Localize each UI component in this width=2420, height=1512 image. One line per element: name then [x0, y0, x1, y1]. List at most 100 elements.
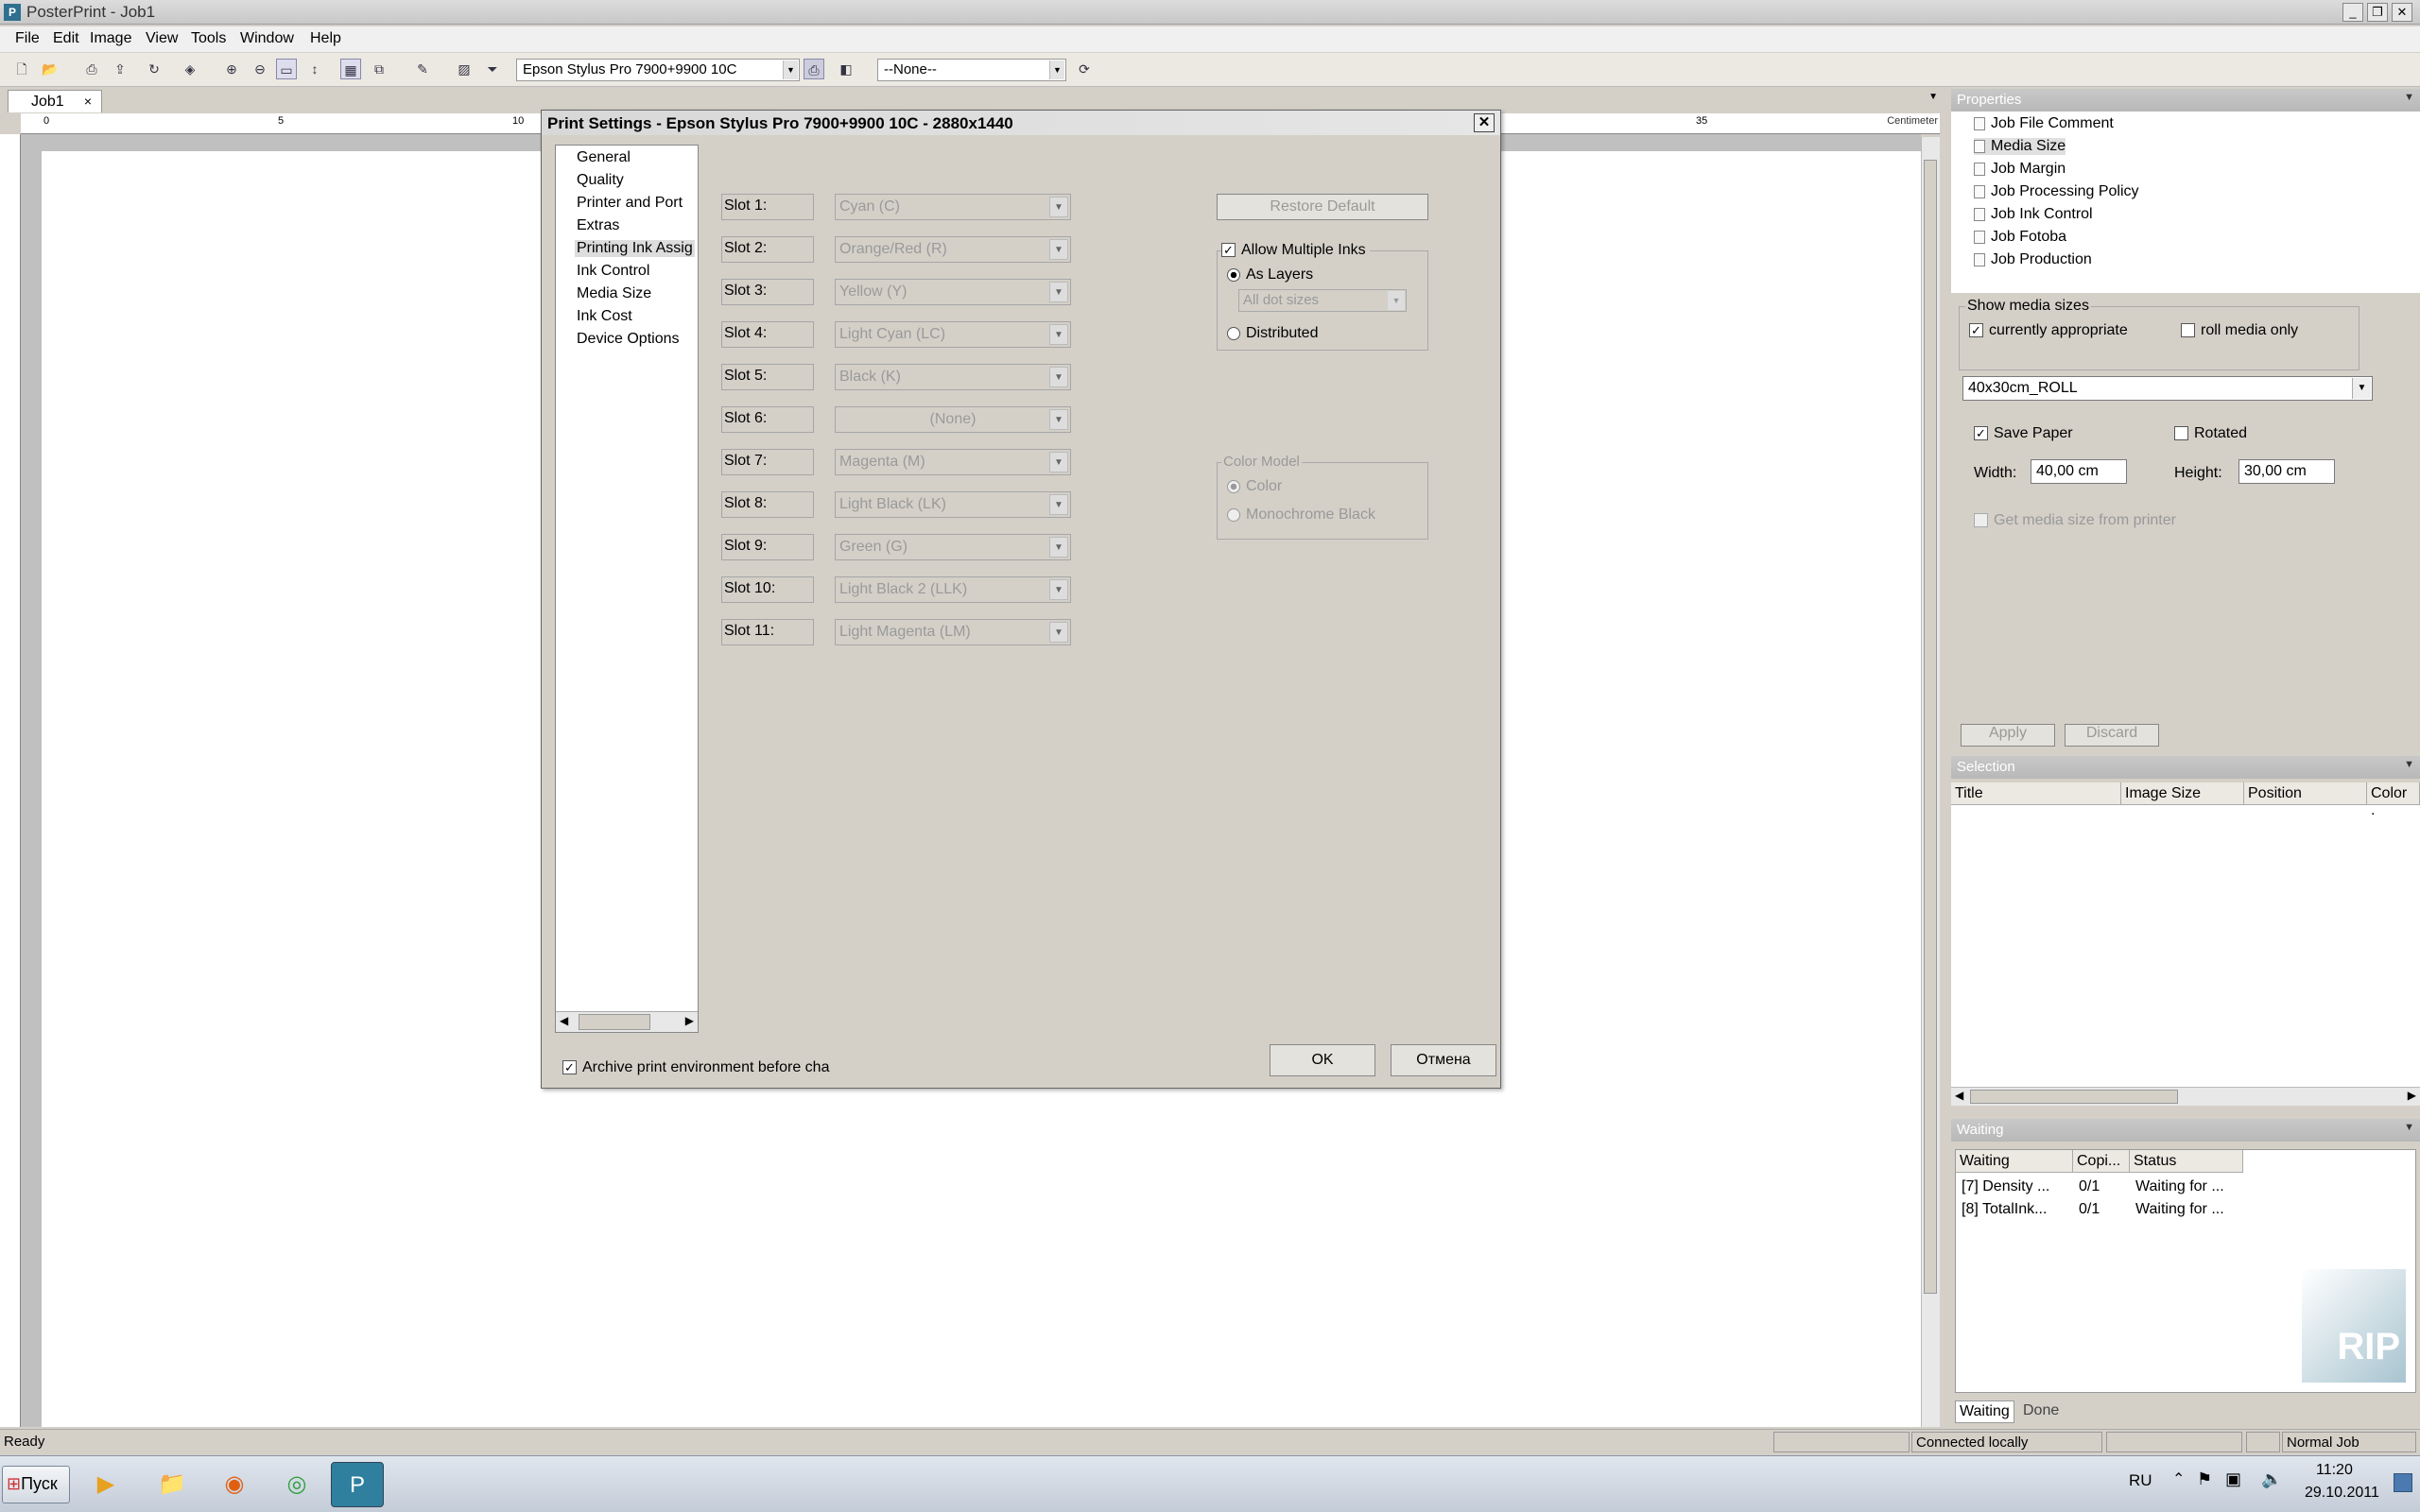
column-image-size[interactable]: Image Size [2121, 782, 2244, 805]
new-icon[interactable]: 🗋 [11, 59, 32, 79]
menu-help[interactable]: Help [310, 30, 341, 47]
flag-icon[interactable]: ⚑ [2197, 1469, 2212, 1489]
column-position[interactable]: Position [2244, 782, 2367, 805]
nav-ink-control[interactable]: Ink Control [577, 263, 649, 280]
fit-height-icon[interactable]: ↕ [304, 59, 325, 79]
nav-horizontal-scrollbar[interactable]: ◀ ▶ [556, 1011, 698, 1032]
column-waiting[interactable]: Waiting [1956, 1150, 2073, 1173]
profile-select[interactable]: --None-- ▼ [877, 59, 1066, 81]
as-layers-radio[interactable]: As Layers [1227, 266, 1313, 284]
scroll-left-icon[interactable]: ◀ [560, 1014, 568, 1027]
nav-media-size[interactable]: Media Size [577, 285, 651, 302]
layout-icon[interactable]: ⧉ [369, 59, 389, 79]
height-input[interactable]: 30,00 cm [2238, 459, 2335, 484]
restore-button[interactable]: ❐ [2367, 3, 2388, 22]
column-status[interactable]: Status [2130, 1150, 2243, 1173]
nav-quality[interactable]: Quality [577, 172, 624, 189]
slot-1-select[interactable]: Cyan (C) ▼ [835, 194, 1071, 220]
zoom-out-icon[interactable]: ⊖ [250, 59, 270, 79]
currently-appropriate-checkbox[interactable]: ✓ currently appropriate [1969, 322, 2128, 339]
ok-button[interactable]: OK [1270, 1044, 1375, 1076]
panel-menu-icon[interactable]: ▼ [2404, 92, 2414, 103]
distributed-radio[interactable]: Distributed [1227, 325, 1318, 342]
language-indicator[interactable]: RU [2129, 1471, 2152, 1490]
column-title[interactable]: Title [1951, 782, 2121, 805]
tray-arrow-icon[interactable]: ⌃ [2172, 1469, 2185, 1488]
firefox-icon[interactable]: ◉ [208, 1462, 261, 1507]
selection-horizontal-scrollbar[interactable]: ◀ ▶ [1951, 1087, 2420, 1106]
allow-multiple-inks-checkbox[interactable]: ✓ Allow Multiple Inks [1221, 242, 1370, 259]
save-paper-checkbox[interactable]: ✓ Save Paper [1974, 425, 2073, 442]
slot-7-select[interactable]: Magenta (M) ▼ [835, 449, 1071, 475]
export-icon[interactable]: ⇪ [110, 59, 130, 79]
minimize-button[interactable]: _ [2342, 3, 2363, 22]
volume-icon[interactable]: 🔈 [2261, 1469, 2282, 1489]
chrome-icon[interactable]: ◎ [270, 1462, 323, 1507]
get-media-size-checkbox[interactable]: Get media size from printer [1974, 512, 2176, 529]
slot-2-select[interactable]: Orange/Red (R) ▼ [835, 236, 1071, 263]
nav-extras[interactable]: Extras [577, 217, 619, 234]
nav-ink-cost[interactable]: Ink Cost [577, 308, 632, 325]
nav-printer-and-port[interactable]: Printer and Port [577, 195, 683, 212]
slot-11-select[interactable]: Light Magenta (LM) ▼ [835, 619, 1071, 645]
waiting-row-name[interactable]: [8] TotalInk... [1962, 1201, 2047, 1218]
slot-10-select[interactable]: Light Black 2 (LLK) ▼ [835, 576, 1071, 603]
column-copies[interactable]: Copi... [2073, 1150, 2130, 1173]
tree-media-size[interactable]: Media Size [1974, 138, 2066, 155]
nav-device-options[interactable]: Device Options [577, 331, 680, 348]
waiting-row-name[interactable]: [7] Density ... [1962, 1178, 2049, 1195]
start-button[interactable]: ⊞Пуск [2, 1466, 70, 1503]
grid-icon[interactable]: ▦ [340, 59, 361, 79]
menu-edit[interactable]: Edit [53, 30, 79, 47]
menu-window[interactable]: Window [240, 30, 294, 47]
canvas-vertical-scrollbar[interactable] [1921, 137, 1940, 1427]
rotated-checkbox[interactable]: Rotated [2174, 425, 2247, 442]
discard-button[interactable]: Discard [2065, 724, 2159, 747]
tree-job-ink-control[interactable]: Job Ink Control [1974, 206, 2093, 223]
file-explorer-icon[interactable]: 📁 [146, 1462, 199, 1507]
scroll-right-icon[interactable]: ▶ [2408, 1089, 2416, 1102]
apply-button[interactable]: Apply [1961, 724, 2055, 747]
show-desktop-icon[interactable] [2394, 1473, 2412, 1492]
tree-job-file-comment[interactable]: Job File Comment [1974, 115, 2114, 132]
color-radio[interactable]: Color [1227, 478, 1282, 495]
panel-menu-icon[interactable]: ▼ [2404, 1122, 2414, 1133]
menu-view[interactable]: View [146, 30, 178, 47]
slot-3-select[interactable]: Yellow (Y) ▼ [835, 279, 1071, 305]
fill-icon[interactable]: ◈ [180, 59, 200, 79]
slot-6-select[interactable]: (None) ▼ [835, 406, 1071, 433]
clock-time[interactable]: 11:20 [2316, 1462, 2353, 1479]
filter-icon[interactable]: ⏷ [482, 59, 503, 79]
column-color[interactable]: Color . [2367, 782, 2420, 818]
tool-icon[interactable]: ✎ [412, 59, 433, 79]
close-window-button[interactable]: ✕ [2392, 3, 2412, 22]
dot-sizes-select[interactable]: All dot sizes ▼ [1238, 289, 1407, 312]
scroll-left-icon[interactable]: ◀ [1955, 1089, 1963, 1102]
tab-waiting[interactable]: Waiting [1955, 1400, 2014, 1423]
slot-8-select[interactable]: Light Black (LK) ▼ [835, 491, 1071, 518]
scroll-thumb[interactable] [579, 1014, 650, 1030]
color-icon[interactable]: ◧ [836, 59, 856, 79]
close-icon[interactable]: × [84, 94, 92, 109]
print-icon[interactable]: ⎙ [81, 59, 102, 79]
posterprint-taskbar-icon[interactable]: P [331, 1462, 384, 1507]
printer-settings-icon[interactable]: ⎙ [804, 59, 824, 79]
scroll-thumb[interactable] [1924, 160, 1937, 1294]
roll-media-only-checkbox[interactable]: roll media only [2181, 322, 2298, 339]
image-icon[interactable]: ▨ [454, 59, 475, 79]
tree-job-fotoba[interactable]: Job Fotoba [1974, 229, 2066, 246]
tree-job-production[interactable]: Job Production [1974, 251, 2092, 268]
tab-list-icon[interactable]: ▼ [1928, 92, 1938, 102]
network-icon[interactable]: ▣ [2225, 1469, 2241, 1489]
tab-job1[interactable]: Job1 × [8, 90, 102, 112]
menu-image[interactable]: Image [90, 30, 131, 47]
tree-job-margin[interactable]: Job Margin [1974, 161, 2066, 178]
media-player-icon[interactable]: ▶ [79, 1462, 132, 1507]
refresh-icon[interactable]: ⟳ [1074, 59, 1095, 79]
nav-general[interactable]: General [577, 149, 631, 166]
zoom-in-icon[interactable]: ⊕ [221, 59, 242, 79]
slot-5-select[interactable]: Black (K) ▼ [835, 364, 1071, 390]
rotate-icon[interactable]: ↻ [144, 59, 164, 79]
cancel-button[interactable]: Отмена [1391, 1044, 1496, 1076]
dialog-close-button[interactable]: ✕ [1474, 113, 1495, 132]
